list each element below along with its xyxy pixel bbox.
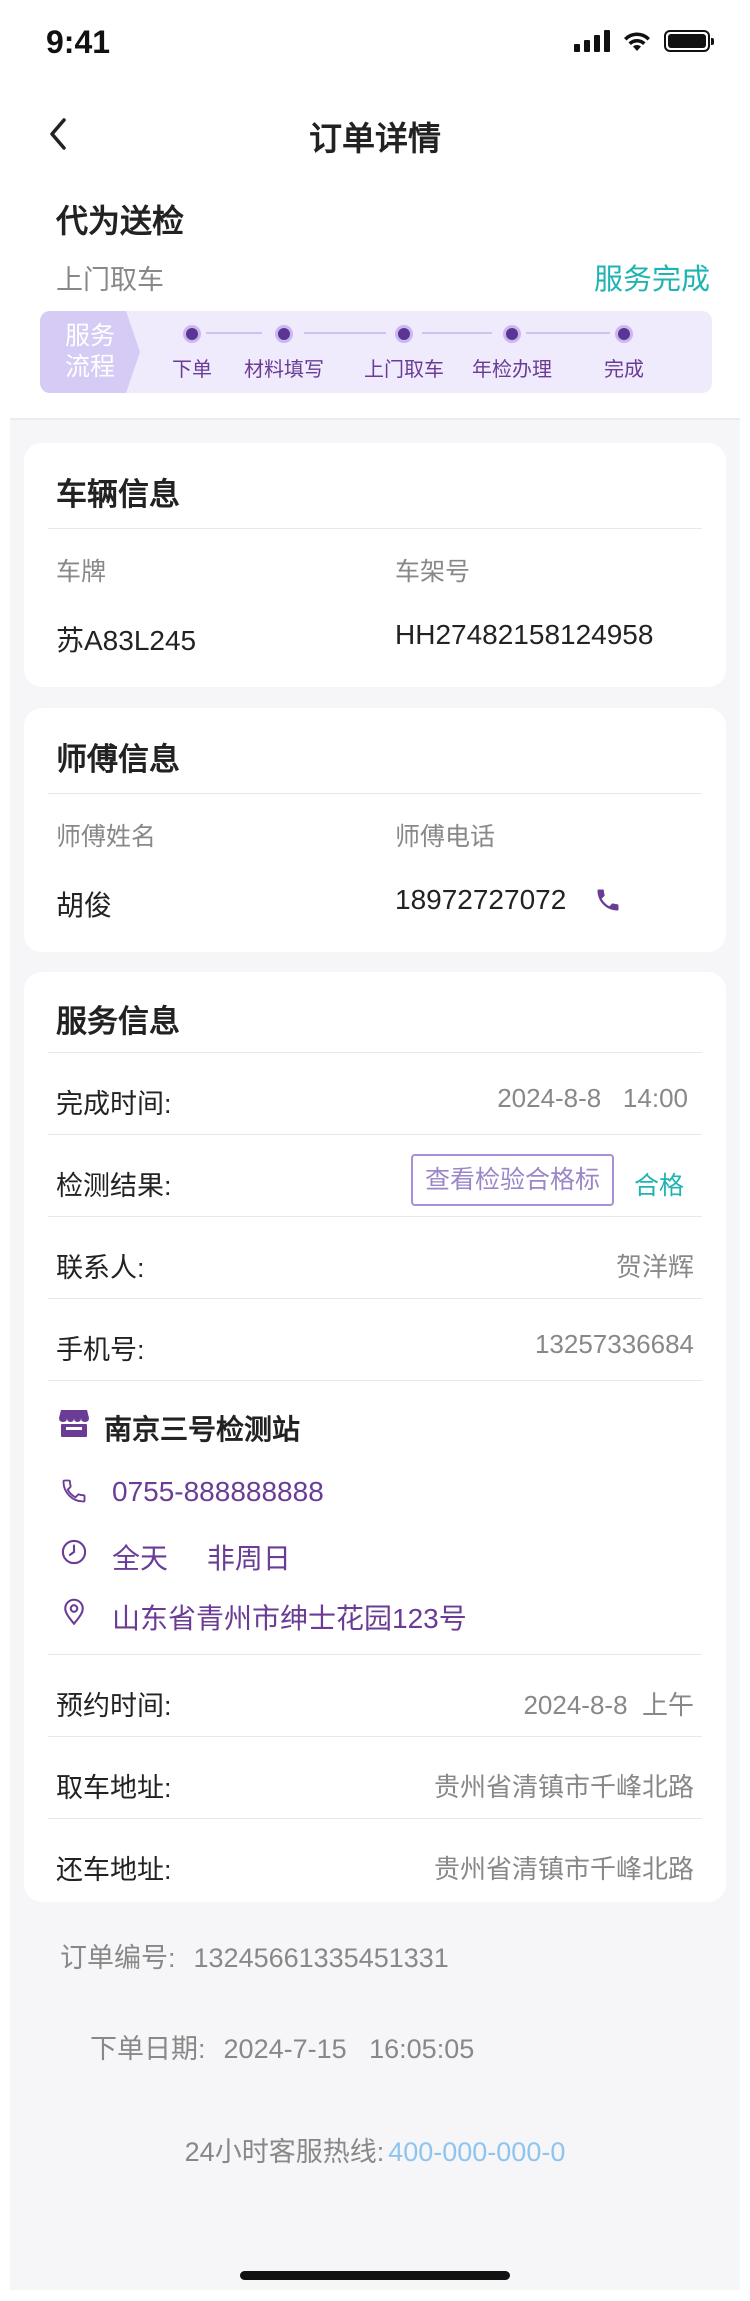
flow-step-label: 完成: [604, 359, 644, 381]
flow-tag-label: 服务 流程: [64, 322, 115, 381]
plate-label: 车牌: [56, 558, 107, 586]
section-divider: [10, 418, 740, 420]
card-title: 师傅信息: [56, 742, 180, 777]
vin-value: HH27482158124958: [395, 619, 654, 650]
flow-steps: 下单 材料填写 上门取车 年检办理 完成: [172, 325, 700, 385]
appointment-label: 预约时间:: [56, 1691, 172, 1721]
view-certificate-button[interactable]: 查看检验合格标: [410, 1154, 614, 1206]
contact-value: 贺洋辉: [615, 1252, 694, 1282]
divider: [48, 1216, 702, 1217]
pickup-address-label: 取车地址:: [56, 1773, 172, 1803]
flow-step: 下单: [172, 325, 212, 382]
flow-step-dot: [395, 325, 413, 343]
divider: [48, 1380, 702, 1381]
service-subtitle: 上门取车: [56, 265, 164, 295]
mobile-label: 手机号:: [56, 1335, 145, 1365]
nav-bar: 订单详情: [0, 100, 750, 170]
flow-step-dot: [183, 325, 201, 343]
status-time: 9:41: [46, 24, 111, 60]
wifi-icon: [624, 32, 650, 51]
vehicle-info-card: 车辆信息 车牌 车架号 苏A83L245 HH27482158124958: [24, 443, 726, 687]
phone-icon: [62, 1479, 86, 1503]
master-phone-value: 18972727072: [395, 884, 567, 915]
master-name-label: 师傅姓名: [56, 823, 157, 851]
return-address-value: 贵州省清镇市千峰北路: [433, 1854, 694, 1884]
appointment-value: 2024-8-8 上午: [523, 1690, 694, 1720]
service-info-card: 服务信息 完成时间: 2024-8-8 14:00 检测结果: 查看检验合格标 …: [24, 972, 726, 1902]
master-info-card: 师傅信息 师傅姓名 师傅电话 胡俊 18972727072: [24, 708, 726, 952]
order-number-value: 13245661335451331: [193, 1943, 449, 1973]
flow-step-label: 材料填写: [244, 359, 324, 381]
flow-step-dot: [275, 325, 293, 343]
flow-step: 完成: [604, 325, 644, 382]
return-address-label: 还车地址:: [56, 1855, 172, 1885]
card-title: 车辆信息: [56, 477, 180, 512]
cellular-signal-icon: [574, 30, 610, 52]
flow-step: 材料填写: [234, 325, 334, 382]
station-name: 南京三号检测站: [104, 1414, 301, 1445]
divider: [48, 1818, 702, 1819]
divider: [48, 1736, 702, 1737]
store-icon: [59, 1410, 89, 1437]
status-bar: 9:41: [0, 0, 750, 88]
station-address: 山东省青州市绅士花园123号: [112, 1603, 467, 1634]
flow-step-label: 上门取车: [364, 359, 444, 381]
result-value: 合格: [633, 1172, 684, 1200]
hotline-label: 24小时客服热线:: [184, 2137, 385, 2167]
phone-call-icon[interactable]: [594, 886, 622, 914]
order-number-label: 订单编号:: [60, 1943, 176, 1973]
finish-time-label: 完成时间:: [56, 1089, 172, 1119]
master-phone-label: 师傅电话: [395, 823, 496, 851]
flow-step-label: 下单: [172, 359, 212, 381]
order-number: 订单编号: 13245661335451331: [60, 1936, 449, 1975]
station-phone[interactable]: 0755-888888888: [112, 1476, 324, 1508]
master-name-value: 胡俊: [56, 890, 113, 921]
flow-tag: 服务 流程: [40, 311, 140, 393]
flow-step: 上门取车: [354, 325, 454, 382]
flow-step-dot: [615, 325, 633, 343]
result-label: 检测结果:: [56, 1171, 172, 1201]
pickup-address-value: 贵州省清镇市千峰北路: [433, 1772, 694, 1802]
finish-time-value: 2024-8-8 14:00: [497, 1083, 688, 1113]
order-date-label: 下单日期:: [90, 2034, 206, 2064]
order-date-value: 2024-7-15 16:05:05: [223, 2034, 475, 2064]
service-status-badge: 服务完成: [593, 264, 710, 296]
divider: [48, 1654, 702, 1655]
flow-step: 年检办理: [462, 325, 562, 382]
divider: [48, 1052, 702, 1053]
divider: [48, 1298, 702, 1299]
plate-value: 苏A83L245: [56, 625, 197, 656]
flow-step-label: 年检办理: [472, 359, 552, 381]
status-icons: [574, 30, 714, 52]
clock-icon: [61, 1539, 87, 1565]
battery-icon: [664, 30, 714, 52]
contact-label: 联系人:: [56, 1253, 145, 1283]
divider: [48, 528, 702, 529]
mobile-value: 13257336684: [534, 1329, 694, 1359]
customer-hotline: 24小时客服热线: 400-000-000-0: [0, 2130, 750, 2169]
order-date: 下单日期: 2024-7-15 16:05:05: [60, 1996, 474, 2097]
flow-step-dot: [503, 325, 521, 343]
card-title: 服务信息: [56, 1004, 180, 1039]
page-title: 订单详情: [309, 120, 441, 157]
vin-label: 车架号: [395, 558, 471, 586]
order-detail-page: 9:41 订单详情 代为送检 上门取车 服务完成 服务 流程 下单 材料填写 上…: [0, 0, 750, 2301]
service-title: 代为送检: [56, 203, 185, 239]
divider: [48, 1134, 702, 1135]
station-hours: 全天 非周日: [112, 1543, 291, 1574]
divider: [48, 793, 702, 794]
location-pin-icon: [64, 1598, 84, 1626]
hotline-number[interactable]: 400-000-000-0: [388, 2137, 565, 2167]
home-indicator: [240, 2271, 510, 2280]
service-flow: 服务 流程 下单 材料填写 上门取车 年检办理 完成: [40, 311, 712, 393]
